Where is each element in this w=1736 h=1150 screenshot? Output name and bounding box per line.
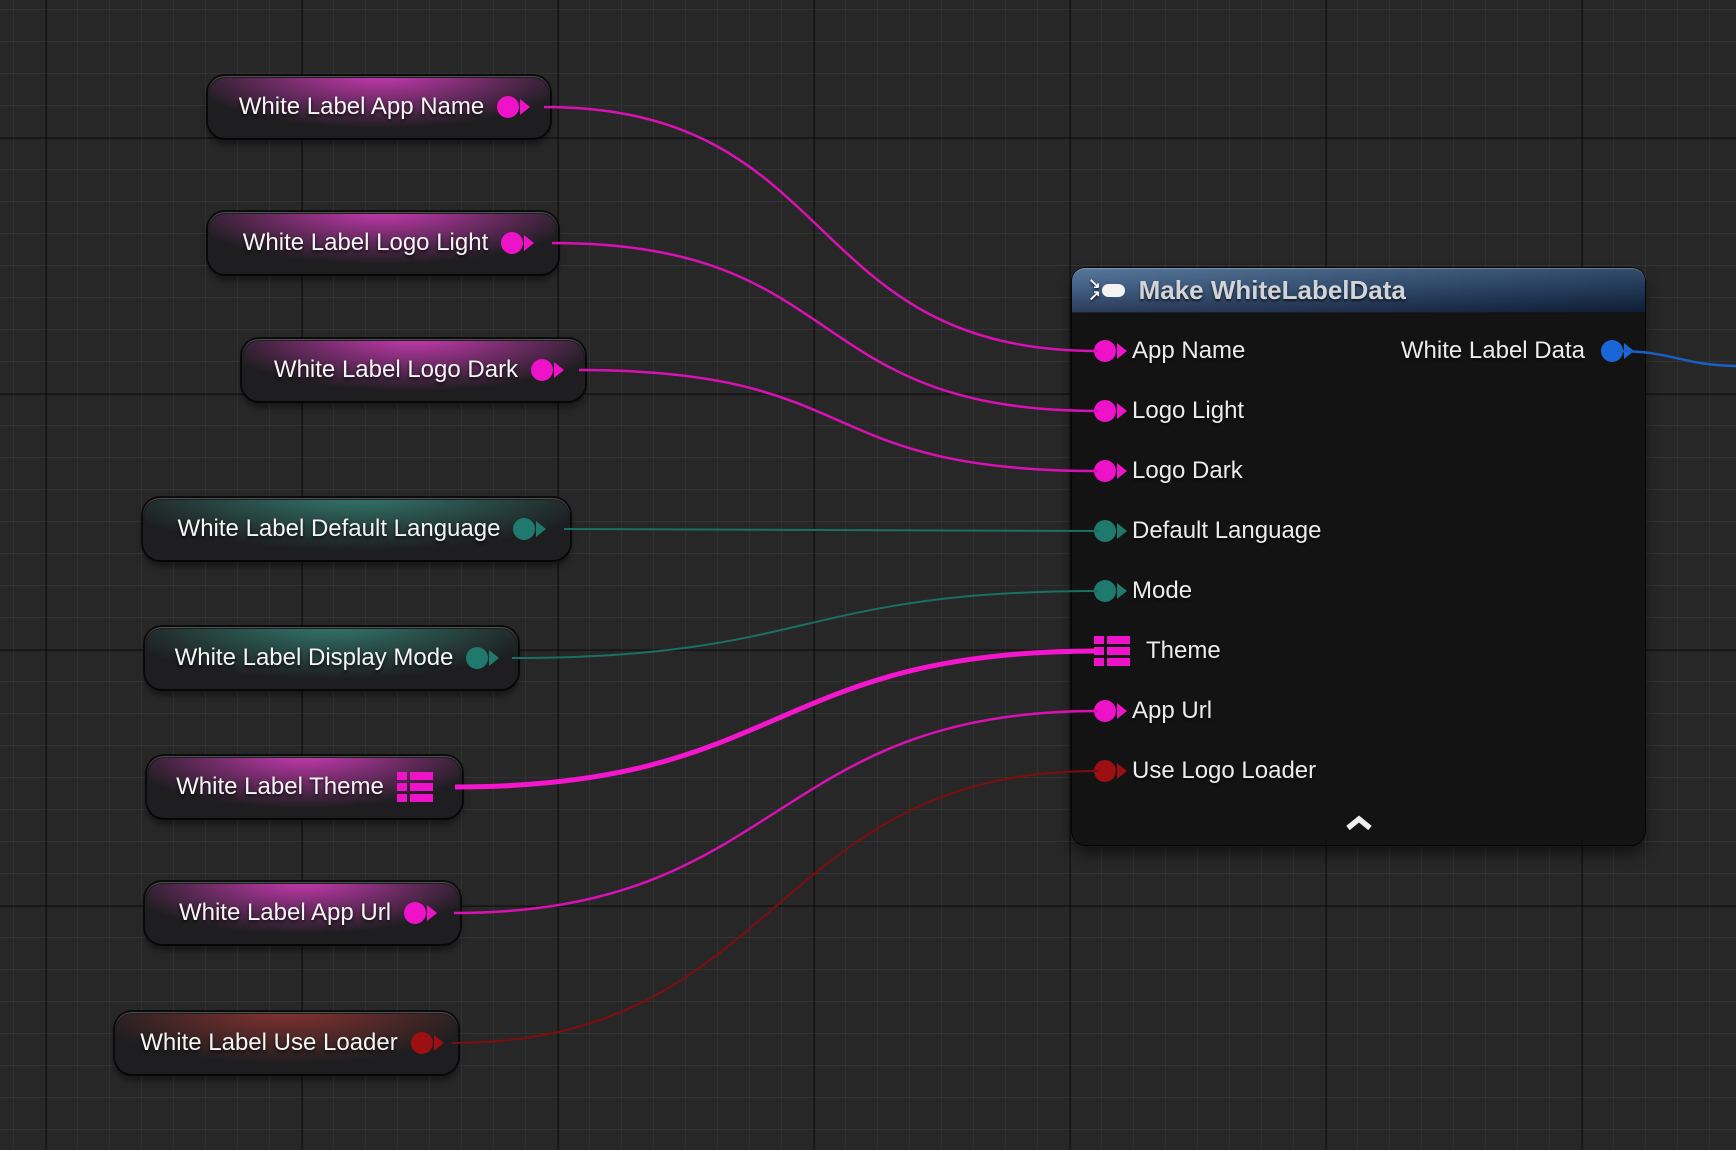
node-pin-area: App Name White Label Data Logo Light Log… (1072, 313, 1645, 801)
pin-row: Use Logo Loader (1072, 741, 1645, 801)
var-node-label: White Label App Url (179, 899, 391, 927)
var-node-label: White Label Display Mode (175, 644, 454, 672)
wire-display-mode[interactable] (512, 591, 1098, 658)
pin-row: Logo Dark (1072, 441, 1645, 501)
pin-label: Theme (1146, 637, 1221, 665)
wire-app-url[interactable] (454, 711, 1098, 913)
node-title: Make WhiteLabelData (1139, 275, 1406, 306)
enum-output-pin[interactable] (466, 647, 488, 669)
pin-label: Use Logo Loader (1132, 757, 1316, 785)
string-output-pin[interactable] (531, 359, 553, 381)
pin-label: App Url (1132, 697, 1212, 725)
string-output-pin[interactable] (501, 232, 523, 254)
var-node-label: White Label Use Loader (140, 1029, 397, 1057)
wire-logo-light[interactable] (552, 243, 1098, 411)
var-node-white-label-app-url[interactable]: White Label App Url (145, 882, 460, 944)
var-node-label: White Label Default Language (178, 515, 501, 543)
pin-label: Mode (1132, 577, 1192, 605)
pin-label: App Name (1132, 337, 1245, 365)
var-node-white-label-theme[interactable]: White Label Theme (147, 756, 462, 818)
pin-label: Logo Light (1132, 397, 1244, 425)
string-output-pin[interactable] (404, 902, 426, 924)
var-node-white-label-default-language[interactable]: White Label Default Language (143, 498, 570, 560)
bool-output-pin[interactable] (411, 1032, 433, 1054)
var-node-white-label-app-name[interactable]: White Label App Name (208, 76, 550, 138)
pin-row: Theme (1072, 621, 1645, 681)
var-node-white-label-display-mode[interactable]: White Label Display Mode (145, 627, 518, 689)
var-node-white-label-logo-light[interactable]: White Label Logo Light (208, 212, 558, 274)
pin-label: Logo Dark (1132, 457, 1243, 485)
var-node-white-label-use-loader[interactable]: White Label Use Loader (115, 1012, 458, 1074)
blueprint-graph-canvas[interactable]: White Label App Name White Label Logo Li… (0, 0, 1736, 1150)
var-node-label: White Label Theme (176, 773, 384, 801)
struct-grid-pin-icon[interactable] (1094, 636, 1130, 666)
pin-row: Logo Light (1072, 381, 1645, 441)
enum-output-pin[interactable] (513, 518, 535, 540)
var-node-label: White Label App Name (239, 93, 484, 121)
pin-label: Default Language (1132, 517, 1322, 545)
make-struct-icon: ↘↗ (1088, 278, 1125, 302)
chevron-up-icon (1344, 815, 1374, 831)
wire-default-language[interactable] (564, 529, 1098, 531)
var-node-label: White Label Logo Dark (274, 356, 518, 384)
pin-label: White Label Data (1401, 337, 1585, 365)
make-whitelabeldata-node[interactable]: ↘↗ Make WhiteLabelData App Name White La… (1072, 268, 1645, 845)
pin-row: Default Language (1072, 501, 1645, 561)
collapse-node-button[interactable] (1342, 813, 1376, 833)
wire-app-name[interactable] (544, 107, 1098, 351)
var-node-white-label-logo-dark[interactable]: White Label Logo Dark (242, 339, 585, 401)
pin-row: App Name White Label Data (1072, 321, 1645, 381)
node-header[interactable]: ↘↗ Make WhiteLabelData (1072, 268, 1645, 313)
struct-grid-pin-icon[interactable] (397, 772, 433, 802)
pin-row: Mode (1072, 561, 1645, 621)
string-output-pin[interactable] (497, 96, 519, 118)
pin-row: App Url (1072, 681, 1645, 741)
wire-logo-dark[interactable] (579, 370, 1098, 471)
var-node-label: White Label Logo Light (243, 229, 489, 257)
